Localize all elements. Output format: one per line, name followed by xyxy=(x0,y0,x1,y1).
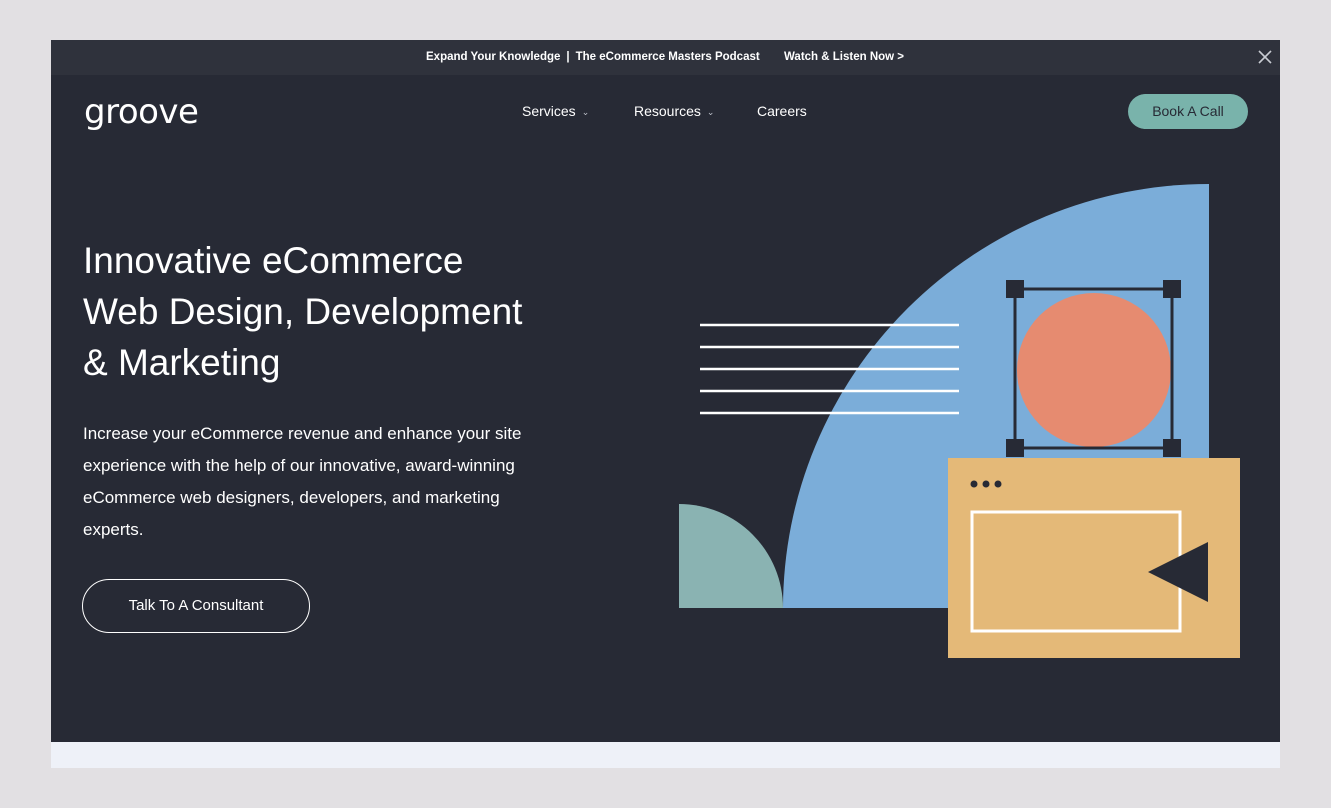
video-window-decoration xyxy=(948,458,1240,658)
sage-semicircle-shape xyxy=(679,504,783,608)
next-section-strip xyxy=(51,742,1280,768)
browser-viewport: Expand Your Knowledge | The eCommerce Mast… xyxy=(51,40,1280,768)
hero-illustration xyxy=(679,184,1240,658)
coral-circle-shape xyxy=(1017,293,1171,447)
